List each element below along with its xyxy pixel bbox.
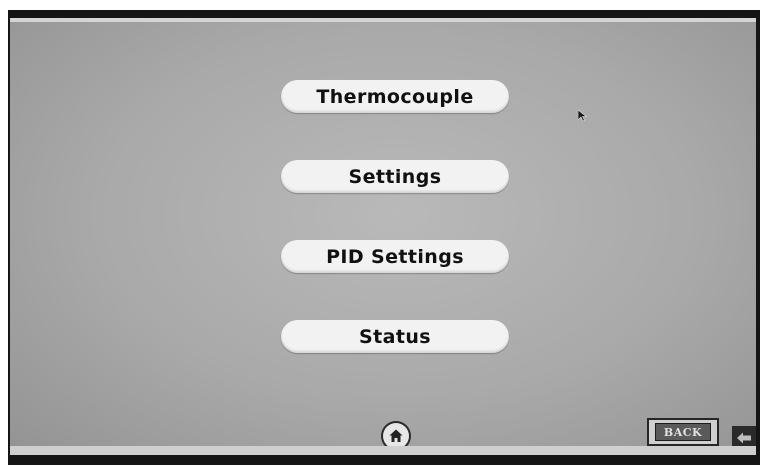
arrow-left-icon — [737, 432, 751, 444]
pid-settings-button[interactable]: PID Settings — [281, 240, 509, 273]
settings-button-label: Settings — [348, 165, 442, 188]
settings-button[interactable]: Settings — [281, 160, 509, 193]
photo-frame: Thermocouple Settings PID Settings Statu… — [0, 0, 767, 467]
screen-top-border — [10, 18, 756, 22]
status-button-label: Status — [359, 325, 431, 348]
back-button-label: BACK — [663, 425, 703, 439]
back-button-face: BACK — [655, 423, 711, 441]
status-button[interactable]: Status — [281, 320, 509, 353]
back-button[interactable]: BACK — [647, 418, 719, 446]
pid-settings-button-label: PID Settings — [326, 245, 464, 268]
touch-screen: Thermocouple Settings PID Settings Statu… — [10, 18, 756, 455]
thermocouple-button-label: Thermocouple — [316, 85, 474, 108]
home-icon — [389, 429, 403, 442]
thermocouple-button[interactable]: Thermocouple — [281, 80, 509, 113]
mouse-cursor-icon — [578, 110, 588, 122]
screen-bottom-bar — [10, 446, 756, 455]
